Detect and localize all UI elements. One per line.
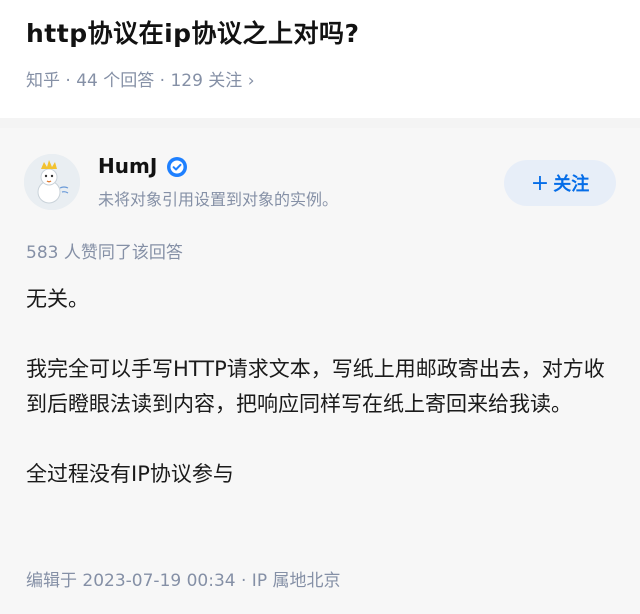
verified-badge-icon: [167, 157, 187, 177]
edit-timestamp: 编辑于 2023-07-19 00:34 · IP 属地北京: [26, 571, 341, 591]
question-header: http协议在ip协议之上对吗? 知乎 · 44 个回答 · 129 关注 ›: [0, 0, 640, 118]
answer-card: HumJ 未将对象引用设置到对象的实例。 + 关注 583 人赞同了该回答 无关…: [0, 128, 640, 614]
follow-button[interactable]: + 关注: [504, 160, 616, 206]
author-bio: 未将对象引用设置到对象的实例。: [98, 190, 339, 209]
question-meta[interactable]: 知乎 · 44 个回答 · 129 关注 ›: [26, 66, 255, 91]
follow-button-label: 关注: [553, 174, 590, 195]
author-name[interactable]: HumJ: [98, 154, 157, 178]
answer-paragraph: 无关。: [26, 287, 89, 311]
upvote-count: 583 人赞同了该回答: [26, 243, 183, 263]
section-divider: [0, 118, 640, 128]
snowman-avatar-icon: [24, 154, 80, 210]
answer-paragraph: 全过程没有IP协议参与: [26, 462, 234, 486]
answer-paragraph: 我完全可以手写HTTP请求文本，写纸上用邮政寄出去，对方收到后瞪眼法读到内容，把…: [26, 357, 605, 416]
plus-icon: +: [530, 170, 550, 196]
author-avatar[interactable]: [24, 154, 80, 210]
answer-content[interactable]: 无关。 我完全可以手写HTTP请求文本，写纸上用邮政寄出去，对方收到后瞪眼法读到…: [26, 282, 616, 492]
question-title[interactable]: http协议在ip协议之上对吗?: [26, 14, 360, 50]
